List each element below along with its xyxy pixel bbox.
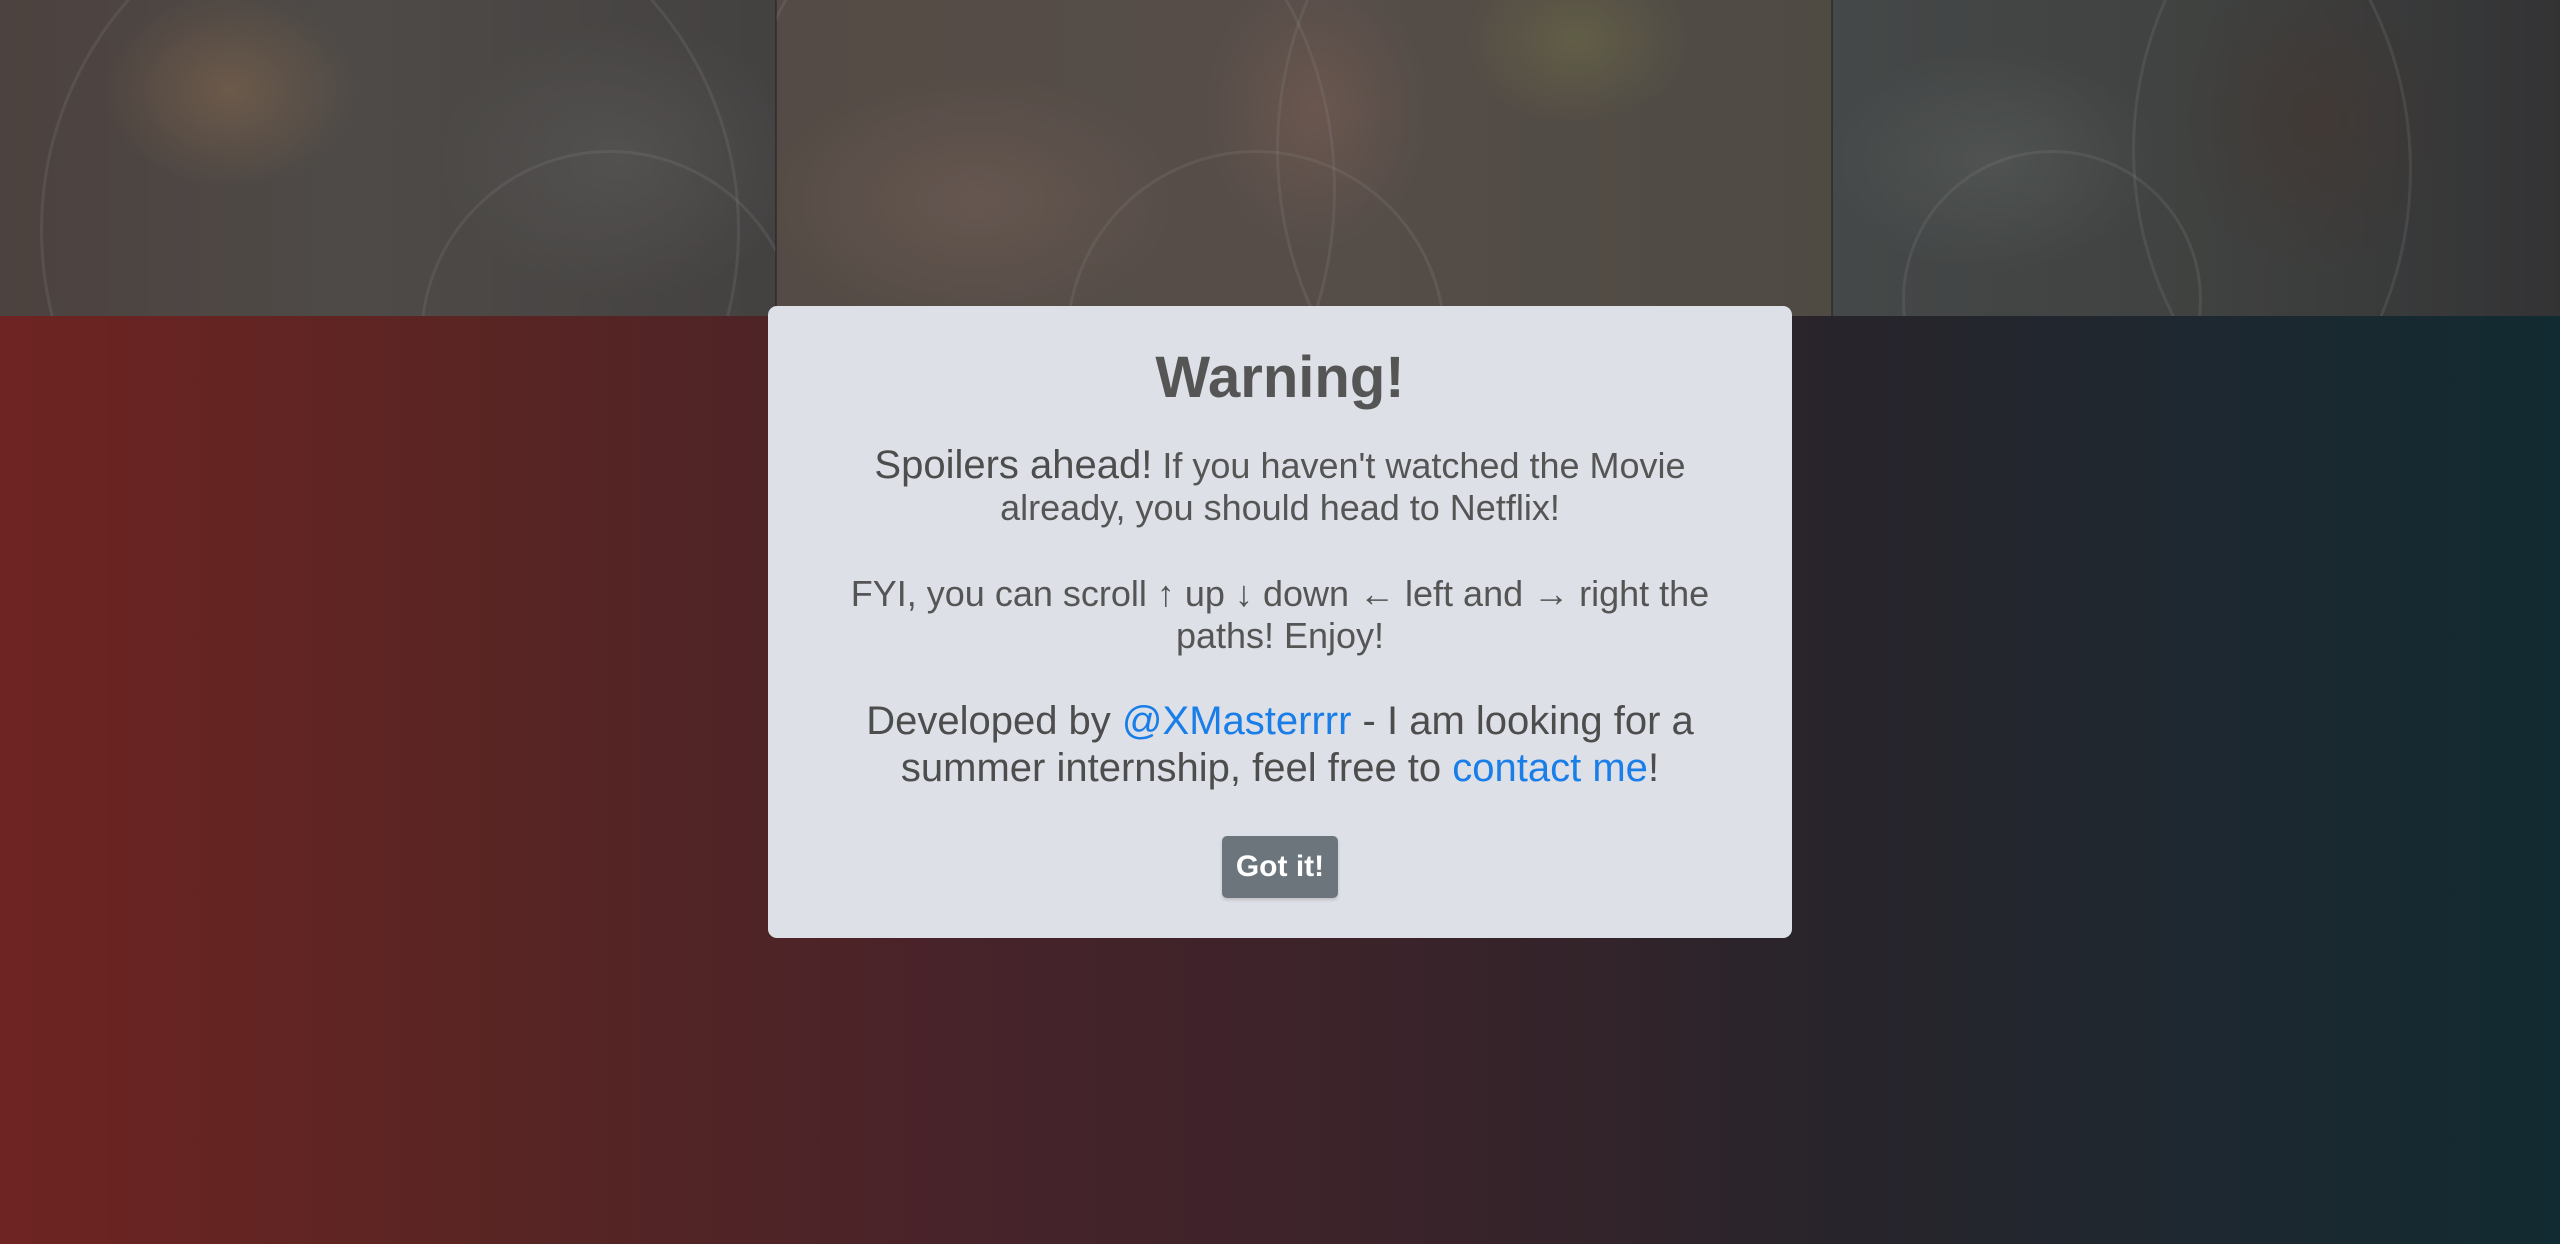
scroll-hint-text: FYI, you can scroll — [850, 573, 1157, 614]
developer-text: Developed by — [866, 699, 1122, 743]
spoiler-lead: Spoilers ahead! — [874, 443, 1153, 487]
scroll-hint-text: left and — [1395, 573, 1534, 614]
arrow-down-icon: ↓ — [1234, 573, 1253, 614]
got-it-button[interactable]: Got it! — [1222, 836, 1338, 898]
arrow-right-icon: → — [1533, 573, 1570, 614]
contact-me-link[interactable]: contact me — [1452, 746, 1648, 790]
modal-title: Warning! — [1155, 345, 1405, 410]
arrow-up-icon: ↑ — [1156, 573, 1175, 614]
developer-handle-link[interactable]: @XMasterrrr — [1122, 699, 1352, 743]
developer-text: ! — [1647, 746, 1660, 790]
scroll-hint-paragraph: FYI, you can scroll ↑ up ↓ down ← left a… — [818, 573, 1742, 657]
scroll-hint-text: down — [1252, 573, 1360, 614]
scroll-hint-text: up — [1174, 573, 1235, 614]
header-banner — [0, 0, 2560, 316]
spoiler-warning-modal: Warning! Spoilers ahead! If you haven't … — [768, 306, 1792, 938]
spoiler-paragraph: Spoilers ahead! If you haven't watched t… — [818, 444, 1742, 529]
developer-paragraph: Developed by @XMasterrrr - I am looking … — [818, 698, 1742, 792]
banner-overlay — [0, 0, 2560, 316]
arrow-left-icon: ← — [1359, 573, 1396, 614]
